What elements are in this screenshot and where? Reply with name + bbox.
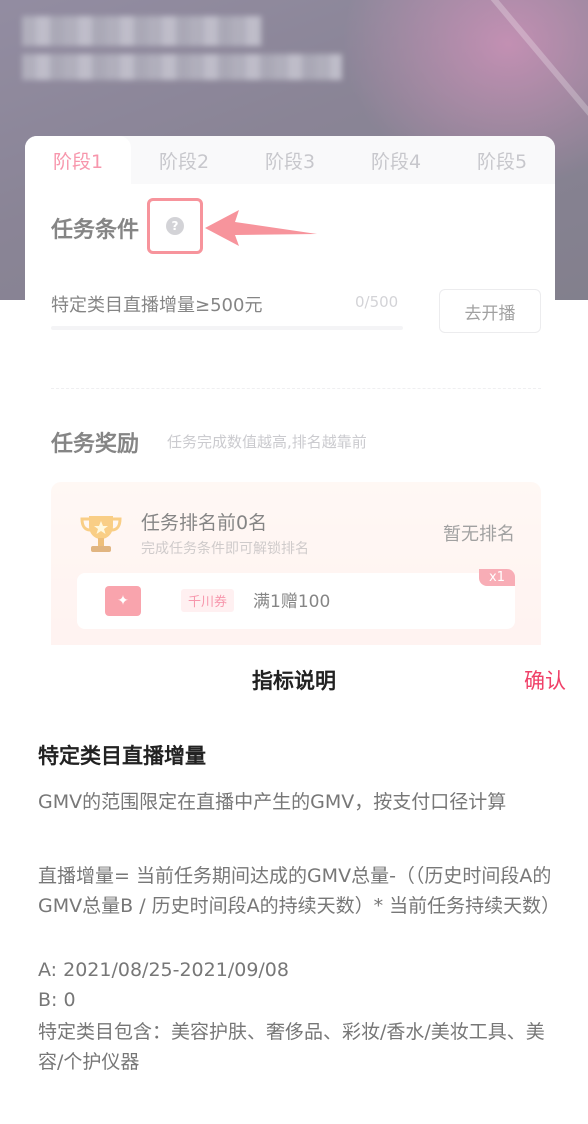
metric-heading: 特定类目直播增量 [38, 744, 206, 768]
metric-explanation-sheet: 指标说明 确认 特定类目直播增量 GMV的范围限定在直播中产生的GMV，按支付口… [0, 645, 588, 1124]
metric-paragraph-formula: 直播增量= 当前任务期间达成的GMV总量-（（历史时间段A的GMV总量B / 历… [38, 865, 561, 917]
metric-paragraph-a: A: 2021/08/25-2021/09/08 [38, 959, 289, 981]
metric-paragraph-b: B: 0 [38, 989, 76, 1011]
metric-paragraph-scope: GMV的范围限定在直播中产生的GMV，按支付口径计算 [38, 791, 507, 813]
confirm-button[interactable]: 确认 [524, 665, 566, 695]
metric-paragraph-categories: 特定类目包含：美容护肤、奢侈品、彩妆/香水/美妆工具、美容/个护仪器 [38, 1021, 545, 1073]
sheet-title: 指标说明 [252, 669, 336, 693]
